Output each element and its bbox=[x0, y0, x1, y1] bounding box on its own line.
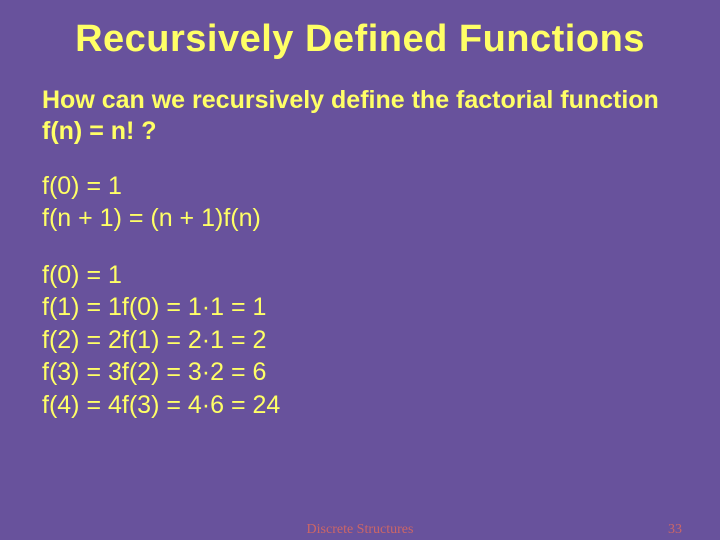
definition-step: f(n + 1) = (n + 1)f(n) bbox=[42, 202, 678, 235]
expansion-line: f(4) = 4f(3) = 4·6 = 24 bbox=[42, 389, 678, 422]
definition-base: f(0) = 1 bbox=[42, 170, 678, 203]
slide-subtitle: How can we recursively define the factor… bbox=[42, 85, 678, 148]
expansion-block: f(0) = 1 f(1) = 1f(0) = 1·1 = 1 f(2) = 2… bbox=[42, 259, 678, 422]
expansion-line: f(1) = 1f(0) = 1·1 = 1 bbox=[42, 291, 678, 324]
slide: Recursively Defined Functions How can we… bbox=[0, 0, 720, 540]
expansion-line: f(2) = 2f(1) = 2·1 = 2 bbox=[42, 324, 678, 357]
expansion-line: f(3) = 3f(2) = 3·2 = 6 bbox=[42, 356, 678, 389]
slide-title: Recursively Defined Functions bbox=[42, 18, 678, 61]
definition-block: f(0) = 1 f(n + 1) = (n + 1)f(n) bbox=[42, 170, 678, 235]
footer-text: Discrete Structures bbox=[307, 522, 414, 538]
page-number: 33 bbox=[668, 522, 682, 538]
expansion-line: f(0) = 1 bbox=[42, 259, 678, 292]
